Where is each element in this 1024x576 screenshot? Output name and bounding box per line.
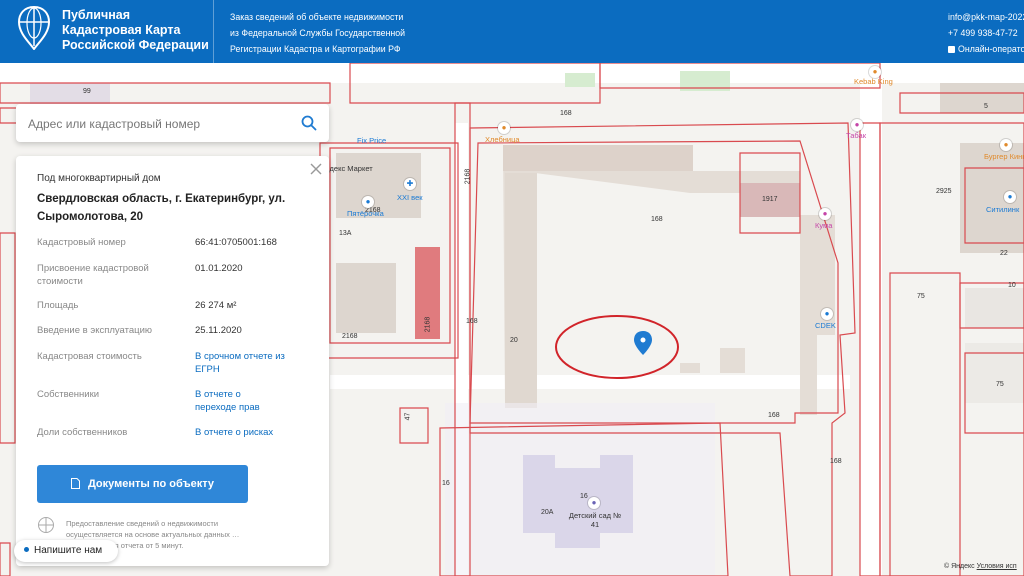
- owners-link[interactable]: В отчете о переходе прав: [195, 388, 280, 414]
- food-icon[interactable]: ●: [1000, 139, 1012, 151]
- commissioning-date-label: Введение в эксплуатацию: [37, 325, 153, 336]
- documents-button-label: Документы по объекту: [87, 478, 215, 490]
- poi-citilink[interactable]: Ситилинк: [986, 205, 1019, 214]
- yandex-copyright: © Яндекс: [944, 563, 975, 570]
- description-line: Заказ сведений об объекте недвижимости: [230, 12, 404, 22]
- ownership-shares-link[interactable]: В отчете о рисках: [195, 426, 315, 439]
- header-description: Заказ сведений об объекте недвижимости и…: [230, 9, 430, 57]
- chat-button[interactable]: Напишите нам: [14, 540, 118, 562]
- area-label: Площадь: [37, 300, 79, 311]
- poi-fix-price[interactable]: Fix Price: [357, 136, 386, 145]
- poi-burger-king[interactable]: Бургер Кинг: [984, 152, 1024, 161]
- chat-label: Напишите нам: [34, 545, 103, 556]
- delivery-icon[interactable]: ●: [821, 308, 833, 320]
- header-divider: [213, 0, 214, 63]
- poi-cdek[interactable]: CDEK: [815, 321, 836, 330]
- parcel-label: 2168: [464, 168, 472, 185]
- shop-icon[interactable]: ●: [1004, 191, 1016, 203]
- online-operator-label: Онлайн-оператор: [958, 44, 1024, 54]
- search-input[interactable]: [26, 113, 295, 135]
- description-line: из Федеральной Службы Государственной: [230, 28, 406, 38]
- parcel-label: 20: [510, 337, 518, 344]
- parcel-label: 10: [1008, 282, 1016, 289]
- email-link[interactable]: info@pkk-map-2022: [948, 9, 1024, 25]
- valuation-date-label: Присвоение кадастровой стоимости: [37, 263, 149, 287]
- parcel-label: 75: [996, 381, 1004, 388]
- phone-link[interactable]: +7 499 938-47-72: [948, 25, 1024, 41]
- cosmetics-icon[interactable]: ●: [819, 208, 831, 220]
- owners-label: Собственники: [37, 389, 100, 400]
- parcel-label: 16: [580, 493, 588, 500]
- parcel-label: 16: [442, 480, 450, 487]
- parcel-label: 168: [651, 216, 663, 223]
- parcel-label: 168: [466, 318, 478, 325]
- poi-kebab-king[interactable]: Kebab King: [854, 77, 893, 86]
- area-value: 26 274 м²: [195, 300, 237, 311]
- search-box: [16, 104, 329, 142]
- close-icon[interactable]: [309, 162, 323, 176]
- documents-button[interactable]: Документы по объекту: [37, 465, 248, 503]
- object-type: Под многоквартирный дом: [37, 173, 161, 184]
- shop-icon[interactable]: ●: [362, 196, 374, 208]
- parcel-label: 75: [917, 293, 925, 300]
- object-address: Свердловская область, г. Екатеринбург, у…: [37, 193, 286, 223]
- kindergarten-icon[interactable]: ●: [588, 497, 600, 509]
- brand-line: Российской Федерации: [62, 38, 209, 52]
- parcel-label: 2168: [424, 316, 432, 333]
- valuation-date-value: 01.01.2020: [195, 263, 243, 274]
- parcel-label: 5: [984, 103, 988, 110]
- parcel-label: 20А: [541, 509, 554, 516]
- map-attribution: © Яндекс Условия исп: [944, 563, 1017, 570]
- cadastral-number-label: Кадастровый номер: [37, 237, 126, 248]
- online-dot-icon: [24, 547, 29, 552]
- poi-xxi-vek[interactable]: XXI век: [397, 193, 423, 202]
- parcel-label: 1917: [762, 196, 778, 203]
- pharmacy-icon[interactable]: ✚: [404, 178, 416, 190]
- ownership-shares-label: Доли собственников: [37, 427, 128, 438]
- cadastral-number-value: 66:41:0705001:168: [195, 237, 277, 248]
- document-icon: [70, 478, 80, 489]
- search-icon[interactable]: [301, 115, 317, 131]
- poi-khlebnitsa[interactable]: Хлебница: [485, 135, 520, 144]
- poi-tabak[interactable]: Табак: [846, 131, 866, 140]
- poi-pyaterochka[interactable]: Пятёрочка: [347, 209, 384, 218]
- parcel-label: 2925: [936, 188, 952, 195]
- globe-logo-icon[interactable]: [18, 6, 50, 50]
- parcel-label: 47: [404, 412, 412, 421]
- tobacco-icon[interactable]: ●: [851, 119, 863, 131]
- parcel-label: 22: [1000, 250, 1008, 257]
- online-operator-toggle[interactable]: Онлайн-оператор: [948, 41, 1024, 57]
- parcel-label: 168: [830, 458, 842, 465]
- brand-title[interactable]: Публичная Кадастровая Карта Российской Ф…: [62, 8, 212, 53]
- brand-line: Кадастровая Карта: [62, 23, 181, 37]
- cadastral-value-link[interactable]: В срочном отчете из ЕГРН: [195, 350, 285, 376]
- parcel-label: 168: [768, 412, 780, 419]
- poi-kindergarten[interactable]: Детский сад № 41: [565, 511, 625, 529]
- globe-icon: [38, 517, 54, 533]
- cadastral-value-label: Кадастровая стоимость: [37, 351, 142, 362]
- site-header: Публичная Кадастровая Карта Российской Ф…: [0, 0, 1024, 63]
- brand-line: Публичная: [62, 8, 131, 22]
- parcel-label: 13А: [339, 230, 352, 237]
- parcel-label: 168: [560, 110, 572, 117]
- parcel-label: 2168: [342, 333, 358, 340]
- object-info-panel: Под многоквартирный дом Свердловская обл…: [16, 156, 329, 566]
- bakery-icon[interactable]: ●: [498, 122, 510, 134]
- checkbox-icon[interactable]: [948, 46, 955, 53]
- commissioning-date-value: 25.11.2020: [195, 325, 242, 336]
- description-line: Регистрации Кадастра и Картографии РФ: [230, 44, 401, 54]
- parcel-label: 99: [83, 88, 91, 95]
- poi-kuma[interactable]: Кума: [815, 221, 832, 230]
- terms-link[interactable]: Условия исп: [977, 563, 1017, 570]
- header-contacts: info@pkk-map-2022 +7 499 938-47-72 Онлай…: [948, 9, 1024, 57]
